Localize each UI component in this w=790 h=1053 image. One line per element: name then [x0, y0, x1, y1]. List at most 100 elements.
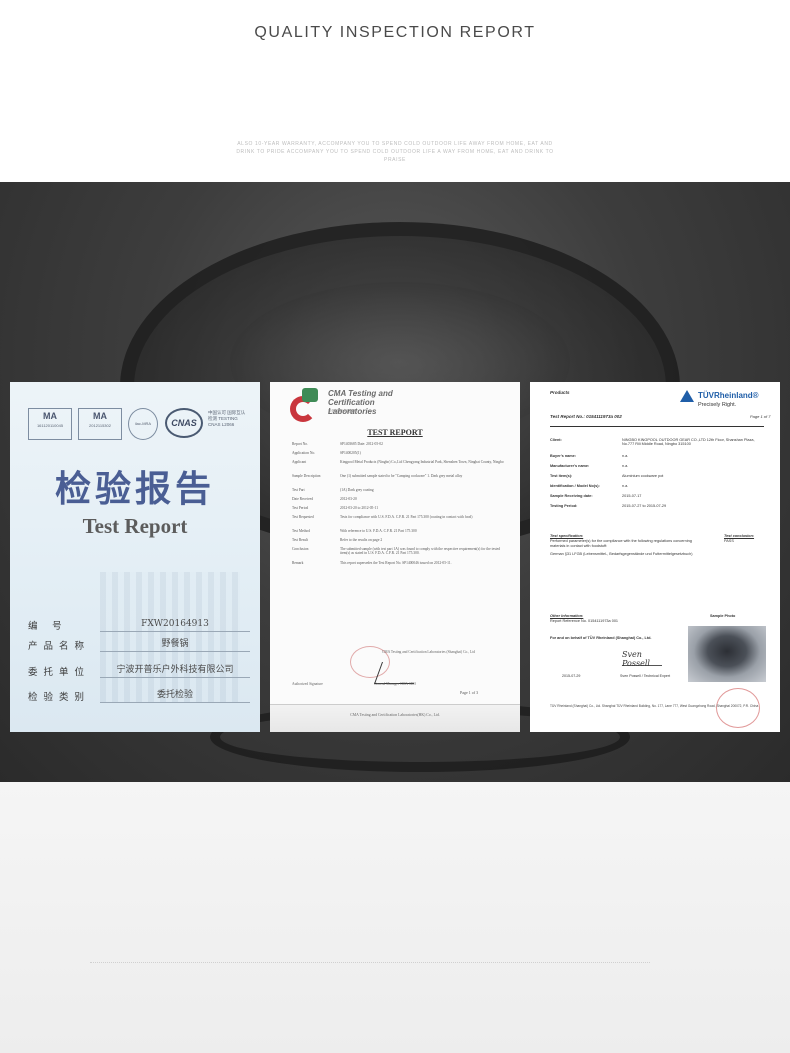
signature-caption: CMA Testing and Certification Laboratori… [382, 650, 476, 654]
row-value: NINGBO KINGPOOL OUTDOOR GEAR CO.,LTD 12t… [622, 438, 755, 446]
table-row: Test item(s): Aluminium cookware pot [550, 474, 764, 484]
header-section: QUALITY INSPECTION REPORT ALSO 10-YEAR W… [0, 0, 790, 182]
field-value: 委托检验 [100, 689, 250, 703]
row-value: Tests for compliance with U.S. F.D.A. C.… [340, 515, 473, 519]
field-product-name: 产品名称 野餐锅 [28, 636, 250, 654]
tuv-brand: TÜVRheinland® [698, 391, 759, 400]
tuv-footer: TÜV Rheinland (Shanghai) Co., Ltd. Shang… [550, 704, 759, 708]
cma-footer: CMA Testing and Certification Laboratori… [270, 704, 520, 732]
signature-scrawl [373, 662, 423, 684]
row-key: Remark [292, 561, 304, 565]
spec-text: Performed parameter(s) for the complianc… [550, 539, 692, 548]
row-value: One (1) submitted sample stated to be "C… [340, 474, 463, 478]
row-value: SP1400205(1) [340, 451, 361, 455]
table-row: Applicant Kingpool Metal Products (Ningbo… [292, 460, 506, 474]
spec-item: German §31 LFGB (Lebensmittel-, Bedarfsg… [550, 552, 693, 556]
row-key: Identification / Model No(s): [550, 484, 600, 488]
field-inspection-type: 检验类别 委托检验 [28, 687, 250, 705]
footer-section [0, 782, 790, 1053]
row-value: SP1403685 Date: 2012-05-02 [340, 442, 383, 446]
row-value: The submitted sample (with test part 1A)… [340, 547, 500, 555]
page-number: Page 1 of 3 [460, 690, 479, 695]
table-row: Manufacturer's name: n.a. [550, 464, 764, 474]
row-key: Application No. [292, 451, 316, 455]
table-row: Test Method With reference to U.S. F.D.A.… [292, 529, 506, 538]
ma-mark-text: MA [43, 411, 57, 421]
cma-test-report-card: CMA Testing and Certification Laboratori… [270, 382, 520, 732]
row-value: n.a. [622, 484, 629, 488]
tuv-logo: TÜVRheinland® Precisely Right. [680, 388, 776, 412]
row-value: 2012-03-20 [340, 497, 357, 501]
field-value: 野餐锅 [100, 638, 250, 652]
cnas-caption: 中国认可 国际互认 检测 TESTING CNAS L2066 [208, 410, 246, 427]
divider [550, 426, 764, 427]
table-row: Test Result Refer to the results on page … [292, 538, 506, 547]
field-number: 编 号 FXW20164913 [28, 616, 250, 634]
certification-logos: MA 161120110045 MA 2012115302 ilac-MRA C… [28, 408, 248, 444]
row-value: Refer to the results on page 2 [340, 538, 383, 542]
row-key: Test Part [292, 488, 305, 492]
row-key: Test Period [292, 506, 309, 510]
ilac-logo: ilac-MRA [128, 408, 158, 440]
products-label: Products [550, 390, 570, 395]
table-row: Test Period 2012-03-20 to 2012-05-11 [292, 506, 506, 515]
ilac-text: ilac-MRA [134, 421, 152, 426]
cma-org-sub: 华测检测认证集团 [328, 409, 356, 413]
row-key: Test Result [292, 538, 309, 542]
row-key: Conclusion [292, 547, 309, 551]
table-row: Identification / Model No(s): n.a. [550, 484, 764, 494]
report-details-table: Report No. SP1403685 Date: 2012-05-02 App… [292, 442, 506, 570]
row-value: 2015-07-17 [622, 494, 642, 498]
decorative-line [90, 962, 650, 980]
ma-logo: MA 161120110045 [28, 408, 72, 440]
field-label: 编 号 [28, 621, 68, 632]
cma-footer-text: CMA Testing and Certification Laboratori… [350, 713, 440, 717]
row-value: With reference to U.S. F.D.A. C.F.R. 21 … [340, 529, 417, 533]
tuv-report-number: Test Report No.: 0154111973a 002 [550, 414, 622, 419]
signer-title: General Manager CMA SHO [374, 682, 417, 686]
row-key: Test Method [292, 529, 311, 533]
row-value: n.a. [622, 454, 629, 458]
table-row: Client: NINGBO KINGPOOL OUTDOOR GEAR CO.,… [550, 438, 764, 454]
row-key: Test item(s): [550, 474, 573, 478]
row-value: This report supersedes the Test Report N… [340, 561, 452, 565]
table-row: Date Received 2012-03-20 [292, 497, 506, 506]
tuv-test-report-card: Products TÜVRheinland® Precisely Right. … [530, 382, 780, 732]
cnas-logo: CNAS [165, 408, 203, 438]
table-row: Report No. SP1403685 Date: 2012-05-02 [292, 442, 506, 451]
test-report-heading: TEST REPORT [367, 428, 423, 437]
sign-date: 2015-07-29 [562, 674, 581, 678]
tuv-page-number: Page 1 of 7 [750, 414, 771, 419]
tagline: ALSO 10-YEAR WARRANTY, ACCOMPANY YOU TO … [236, 141, 554, 163]
ma-code-text: 161120110045 [36, 423, 64, 428]
table-row: Test Requested Tests for compliance with … [292, 515, 506, 529]
table-row: Sample Description One (1) submitted samp… [292, 474, 506, 488]
row-value: n.a. [622, 464, 629, 468]
tuv-details: Client: NINGBO KINGPOOL OUTDOOR GEAR CO.,… [550, 438, 764, 514]
report-title-en: Test Report [82, 514, 188, 538]
sample-photo [688, 626, 766, 682]
row-value: Kingpool Metal Products (Ningbo) Co.,Ltd… [340, 460, 504, 464]
sample-photo-label: Sample Photo [710, 614, 736, 618]
table-row: Test Part (1A) Dark grey coating [292, 488, 506, 497]
row-value: 2015-07-27 to 2015-07-29 [622, 504, 667, 508]
signature: Sven Possell [622, 650, 662, 668]
field-label: 委托单位 [28, 667, 91, 678]
table-row: Remark This report supersedes the Test Re… [292, 561, 506, 570]
row-value: Aluminium cookware pot [622, 474, 664, 478]
row-value: 2012-03-20 to 2012-05-11 [340, 506, 378, 510]
field-value: 宁波开普乐户外科技有限公司 [100, 664, 250, 678]
row-key: Sample Receiving date: [550, 494, 593, 498]
tuv-slogan: Precisely Right. [698, 402, 737, 408]
row-key: Sample Description [292, 474, 321, 478]
ma2-code-text: 2012115302 [89, 423, 111, 428]
field-value: FXW20164913 [100, 618, 250, 632]
row-key: Testing Period: [550, 504, 578, 508]
cma-logo-leaf [302, 388, 318, 402]
row-value: (1A) Dark grey coating [340, 488, 374, 492]
on-behalf-text: For and on behalf of TÜV Rheinland (Shan… [550, 636, 652, 640]
row-key: Manufacturer's name: [550, 464, 590, 468]
table-row: Testing Period: 2015-07-27 to 2015-07-29 [550, 504, 764, 514]
tuv-triangle-icon [680, 390, 694, 402]
page-title: QUALITY INSPECTION REPORT [254, 24, 536, 41]
